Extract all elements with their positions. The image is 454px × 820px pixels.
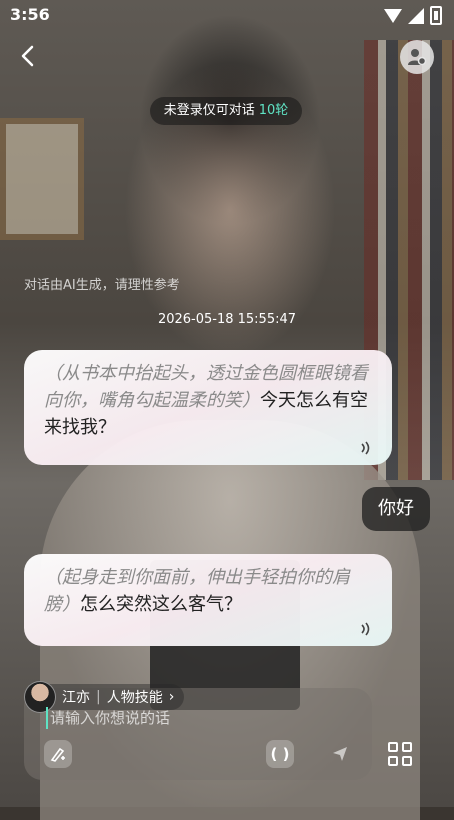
- grid-icon: [388, 742, 398, 752]
- character-name: 江亦: [62, 690, 90, 706]
- speaker-icon[interactable]: [358, 441, 372, 455]
- user-settings-icon: [408, 49, 427, 66]
- login-notice: 未登录仅可对话 10轮: [150, 97, 302, 125]
- back-button[interactable]: [20, 42, 48, 70]
- skill-label: 人物技能: [106, 690, 163, 706]
- rounds-count: 10轮: [258, 103, 289, 118]
- action-paren-button[interactable]: ( ): [266, 740, 294, 768]
- send-icon: [333, 747, 347, 761]
- message-input[interactable]: [46, 707, 352, 729]
- battery-icon: [430, 6, 442, 25]
- status-bar: 3:56: [0, 0, 454, 30]
- login-notice-text: 未登录仅可对话: [163, 103, 255, 118]
- chevron-right-icon: ›: [168, 689, 175, 705]
- chevron-left-icon: [21, 45, 34, 67]
- ai-message-bubble[interactable]: （从书本中抬起头，透过金色圆框眼镜看向你，嘴角勾起温柔的笑）今天怎么有空来找我？: [24, 350, 392, 465]
- ai-disclaimer: 对话由AI生成，请理性参考: [24, 278, 180, 293]
- chip-divider: |: [96, 689, 101, 705]
- chat-timestamp: 2026-05-18 15:55:47: [157, 312, 297, 327]
- pen-sparkle-icon: [50, 747, 65, 762]
- speaker-icon[interactable]: [358, 622, 372, 636]
- brush-button[interactable]: [44, 740, 72, 768]
- ai-message-bubble[interactable]: （起身走到你面前，伸出手轻拍你的肩膀）怎么突然这么客气？: [24, 554, 392, 646]
- message-text: 怎么突然这么客气？: [80, 594, 242, 615]
- more-grid-button[interactable]: [388, 742, 412, 766]
- user-settings-button[interactable]: [400, 40, 434, 74]
- send-button[interactable]: [326, 740, 354, 768]
- status-time: 3:56: [10, 5, 50, 24]
- user-message-bubble[interactable]: 你好: [362, 487, 430, 531]
- picture-frame-decor: [0, 118, 84, 240]
- signal-icon: [408, 7, 424, 24]
- wifi-icon: [384, 8, 402, 23]
